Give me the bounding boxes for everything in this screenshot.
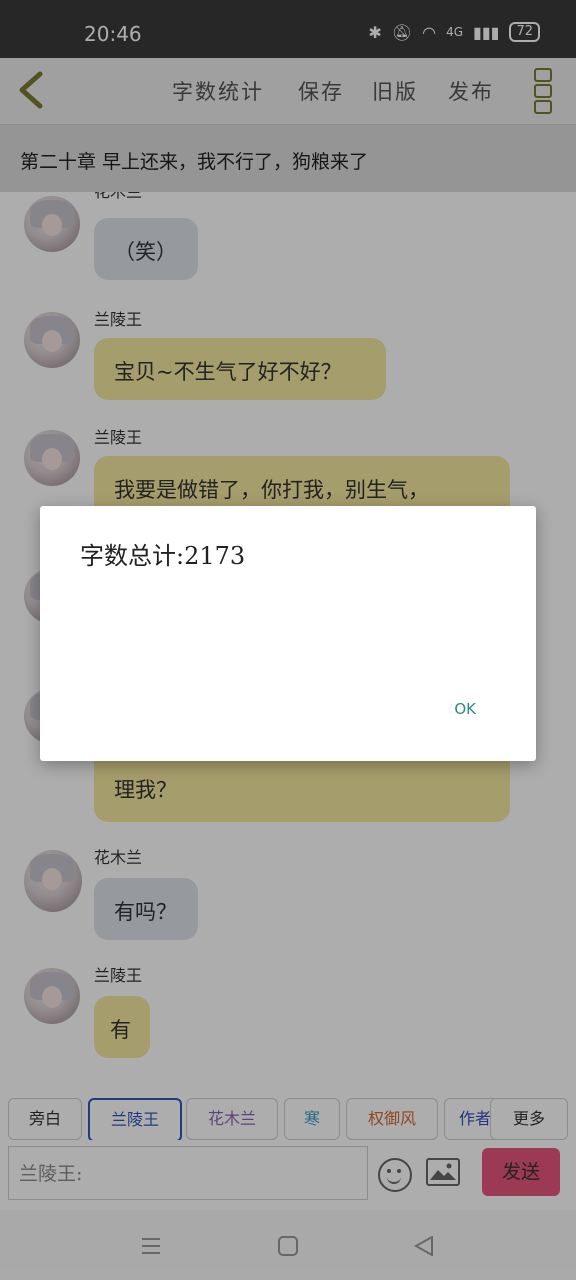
dialog-message: 字数总计:2173	[80, 542, 246, 570]
word-count-dialog: 字数总计:2173 OK	[40, 506, 536, 761]
dialog-ok-button[interactable]: OK	[454, 700, 476, 718]
